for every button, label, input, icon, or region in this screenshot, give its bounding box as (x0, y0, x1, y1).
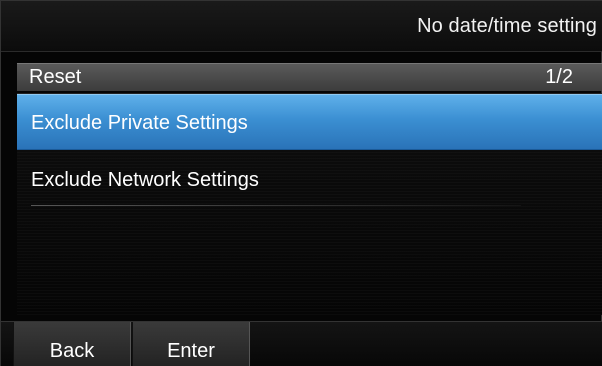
menu-title: Reset (29, 66, 82, 88)
enter-button[interactable]: Enter (132, 322, 250, 366)
page-indicator: 1/2 (545, 66, 573, 88)
menu-item-label: Exclude Network Settings (31, 169, 259, 191)
enter-button-label: Enter (167, 340, 215, 362)
menu-list: Exclude Private Settings Exclude Network… (17, 93, 602, 315)
back-button[interactable]: Back (13, 322, 131, 366)
menu-item-exclude-private-settings[interactable]: Exclude Private Settings (17, 94, 602, 150)
status-bar: No date/time setting (1, 1, 602, 52)
status-message: No date/time setting (417, 15, 597, 37)
menu-item-label: Exclude Private Settings (31, 112, 248, 134)
menu-header: Reset 1/2 (17, 63, 602, 91)
device-screen: No date/time setting Reset 1/2 Exclude P… (0, 0, 602, 366)
soft-key-bar: Back Enter (1, 321, 602, 366)
back-button-label: Back (49, 340, 95, 362)
item-divider (31, 205, 521, 206)
menu-item-exclude-network-settings[interactable]: Exclude Network Settings (17, 152, 602, 208)
